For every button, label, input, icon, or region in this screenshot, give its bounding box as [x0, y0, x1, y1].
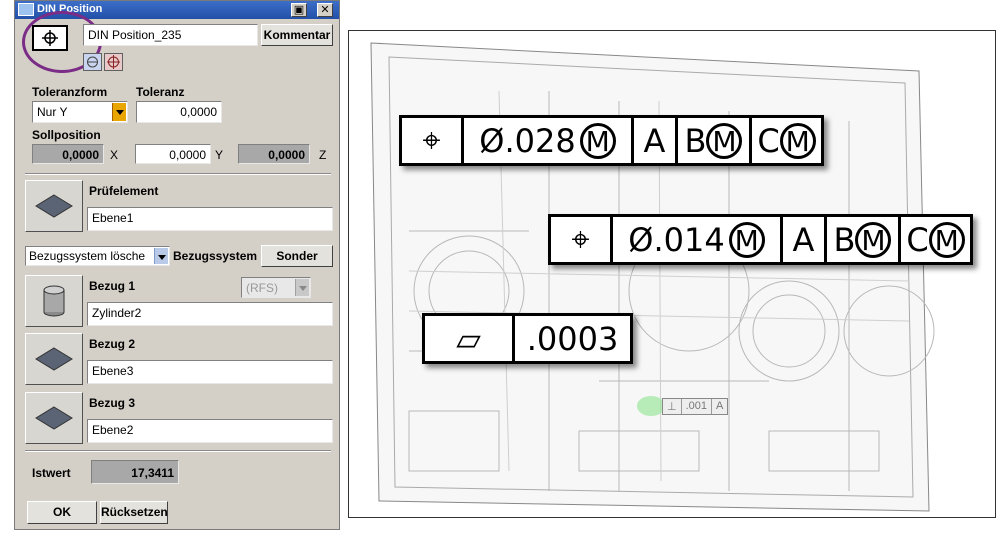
datum-b-cell: B M	[678, 118, 752, 163]
datum-c-letter: C	[906, 220, 929, 259]
datum-b-letter: B	[833, 220, 856, 259]
separator	[25, 173, 331, 175]
mmc-modifier-icon: M	[855, 221, 892, 258]
datum-1-input[interactable]: Zylinder2	[87, 302, 333, 326]
technical-drawing	[348, 30, 996, 518]
mmc-modifier-icon: M	[579, 122, 616, 159]
y-axis-label: Y	[215, 148, 224, 162]
projected-icon[interactable]	[83, 53, 102, 71]
datum-1-label: Bezug 1	[89, 279, 136, 293]
chevron-down-icon[interactable]	[154, 248, 168, 264]
close-icon[interactable]: ✕	[317, 3, 333, 17]
datum-1-modifier-dropdown: (RFS)	[241, 277, 311, 298]
feature-control-frame-3: ▱ .0003	[422, 313, 633, 364]
mmc-modifier-icon: M	[728, 221, 765, 258]
perpendicularity-value: .001	[682, 399, 713, 414]
app-icon	[18, 3, 34, 16]
mmc-modifier-icon: M	[706, 122, 743, 159]
position-small-icon[interactable]	[104, 53, 123, 71]
datum-b-letter: B	[684, 121, 707, 160]
tolerance-form-dropdown[interactable]: Nur Y	[32, 101, 128, 123]
din-position-dialog: DIN Position ▣ ✕ DIN Position_235 Kommen…	[14, 0, 340, 530]
flatness-symbol-icon: ▱	[425, 316, 515, 361]
datum-2-label: Bezug 2	[89, 337, 136, 351]
perpendicularity-datum: A	[716, 400, 724, 412]
feature-input[interactable]: Ebene1	[87, 207, 333, 231]
cylinder-datum-button[interactable]	[25, 275, 83, 327]
datum-2-input[interactable]: Ebene3	[87, 360, 333, 384]
flatness-value: .0003	[526, 319, 619, 358]
feature-label: Prüfelement	[89, 184, 159, 198]
chevron-down-icon[interactable]	[112, 103, 126, 121]
perpendicularity-tag: ⊥ .001 A	[662, 398, 729, 415]
nominal-z-field: 0,0000	[238, 144, 310, 164]
datum-3-input[interactable]: Ebene2	[87, 419, 333, 443]
mmc-modifier-icon: M	[779, 122, 816, 159]
datum-system-dropdown[interactable]: Bezugssystem lösche	[25, 246, 170, 266]
datum-system-label: Bezugssystem	[173, 249, 258, 263]
name-input[interactable]: DIN Position_235	[83, 24, 258, 46]
datum-b-cell: B M	[827, 217, 901, 262]
special-button[interactable]: Sonder	[261, 245, 333, 267]
nominal-y-input[interactable]: 0,0000	[135, 144, 211, 164]
plane-datum-2-button[interactable]	[25, 333, 83, 385]
tolerance-input[interactable]: 0,0000	[136, 101, 222, 123]
datum-c-cell: C M	[752, 118, 821, 163]
tolerance-label: Toleranz	[136, 85, 185, 99]
comment-button[interactable]: Kommentar	[261, 24, 333, 46]
chevron-down-icon	[295, 279, 309, 296]
plane-feature-button[interactable]	[25, 180, 83, 232]
actual-value-label: Istwert	[32, 466, 71, 480]
z-axis-label: Z	[319, 148, 327, 162]
position-symbol-icon: ⌖	[551, 217, 613, 262]
tolerance-value: Ø.028	[479, 121, 576, 160]
nominal-x-field: 0,0000	[32, 144, 104, 164]
tolerance-value: Ø.014	[628, 220, 725, 259]
separator	[25, 450, 331, 452]
mmc-modifier-icon: M	[928, 221, 965, 258]
datum-3-label: Bezug 3	[89, 396, 136, 410]
nominal-position-label: Sollposition	[32, 128, 101, 142]
actual-value-field: 17,3411	[91, 460, 179, 484]
ok-button[interactable]: OK	[27, 501, 97, 524]
tolerance-value-cell: Ø.014 M	[613, 217, 783, 262]
reset-button[interactable]: Rücksetzen	[100, 501, 168, 524]
x-axis-label: X	[110, 148, 119, 162]
datum-c-cell: C M	[901, 217, 970, 262]
feature-control-frame-1: ⌖ Ø.028 M A B M C M	[399, 115, 824, 166]
datum-a-cell: A	[783, 217, 827, 262]
datum-c-letter: C	[757, 121, 780, 160]
restore-icon[interactable]: ▣	[291, 3, 307, 17]
feature-control-frame-2: ⌖ Ø.014 M A B M C M	[548, 214, 973, 265]
perpendicularity-symbol-icon: ⊥	[663, 399, 682, 414]
plane-datum-3-button[interactable]	[25, 392, 83, 444]
drawing-background	[370, 42, 935, 512]
position-symbol-icon: ⌖	[402, 118, 464, 163]
datum-a-cell: A	[634, 118, 678, 163]
tolerance-form-label: Toleranzform	[32, 85, 108, 99]
tolerance-value-cell: Ø.028 M	[464, 118, 634, 163]
